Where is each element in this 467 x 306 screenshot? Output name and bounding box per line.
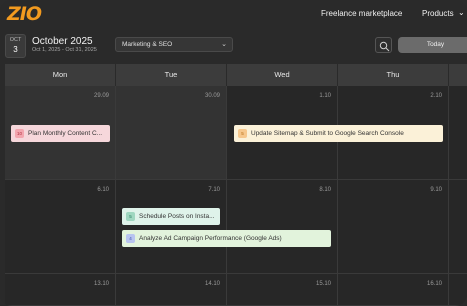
day-number: 6.10 [97, 187, 109, 193]
day-cell[interactable] [449, 86, 467, 180]
day-cell[interactable] [449, 274, 467, 306]
day-header-wed: Wed [227, 64, 338, 86]
day-header-next [449, 64, 467, 86]
event-update-sitemap[interactable]: 5 Update Sitemap & Submit to Google Sear… [234, 125, 443, 142]
day-cell[interactable]: 16.10 [338, 274, 449, 306]
day-cell[interactable]: 6.10 [5, 180, 116, 274]
day-cell[interactable]: 13.10 [5, 274, 116, 306]
day-cell[interactable]: 7.10 [116, 180, 227, 274]
nav-link-freelance-marketplace[interactable]: Freelance marketplace [321, 9, 402, 18]
category-select[interactable]: Marketing & SEO ⌄ [115, 37, 233, 52]
date-badge-month: OCT [9, 37, 22, 43]
search-button[interactable] [375, 37, 392, 53]
event-title: Plan Monthly Content C... [28, 130, 103, 137]
logo[interactable]: ZIO [7, 3, 42, 25]
category-select-value: Marketing & SEO [122, 41, 173, 48]
chevron-down-icon[interactable]: ⌄ [458, 8, 465, 17]
day-number: 14.10 [204, 281, 220, 287]
event-schedule-posts[interactable]: 5 Schedule Posts on Insta... [122, 208, 220, 225]
calendar-grid: Mon Tue Wed Thu 29.09 30.09 1.10 2.10 6.… [5, 64, 467, 306]
day-header-mon: Mon [5, 64, 116, 86]
date-badge-day: 3 [13, 45, 18, 54]
day-number: 13.10 [93, 281, 109, 287]
date-range: Oct 1, 2025 - Oct 31, 2025 [32, 47, 97, 53]
search-icon [379, 41, 390, 52]
today-button[interactable]: Today [398, 37, 467, 53]
day-cell[interactable]: 8.10 [227, 180, 338, 274]
event-count-badge: 5 [126, 212, 135, 221]
event-count-badge: 4 [126, 234, 135, 243]
chevron-down-icon: ⌄ [221, 41, 227, 48]
day-number: 2.10 [430, 93, 442, 99]
event-analyze-ad-campaign[interactable]: 4 Analyze Ad Campaign Performance (Googl… [122, 230, 331, 247]
event-count-badge: 10 [15, 129, 24, 138]
date-badge: OCT 3 [5, 34, 26, 58]
day-cell[interactable] [449, 180, 467, 274]
event-count-badge: 5 [238, 129, 247, 138]
day-number: 16.10 [426, 281, 442, 287]
app-window: ZIO Freelance marketplace Products ⌄ OCT… [0, 0, 467, 306]
page-title: October 2025 [32, 36, 93, 47]
event-plan-monthly-content[interactable]: 10 Plan Monthly Content C... [11, 125, 110, 142]
day-cell[interactable]: 14.10 [116, 274, 227, 306]
day-cell[interactable]: 30.09 [116, 86, 227, 180]
day-number: 30.09 [204, 93, 220, 99]
day-number: 15.10 [315, 281, 331, 287]
day-number: 1.10 [319, 93, 331, 99]
event-title: Schedule Posts on Insta... [139, 213, 215, 220]
day-number: 8.10 [319, 187, 331, 193]
event-title: Update Sitemap & Submit to Google Search… [251, 130, 404, 137]
top-nav: ZIO Freelance marketplace Products ⌄ [0, 0, 467, 30]
event-title: Analyze Ad Campaign Performance (Google … [139, 235, 282, 242]
day-cell[interactable]: 15.10 [227, 274, 338, 306]
day-header-thu: Thu [338, 64, 449, 86]
day-header-tue: Tue [116, 64, 227, 86]
day-cell[interactable]: 9.10 [338, 180, 449, 274]
day-number: 29.09 [93, 93, 109, 99]
nav-link-products[interactable]: Products [422, 9, 454, 18]
day-number: 7.10 [208, 187, 220, 193]
day-number: 9.10 [430, 187, 442, 193]
